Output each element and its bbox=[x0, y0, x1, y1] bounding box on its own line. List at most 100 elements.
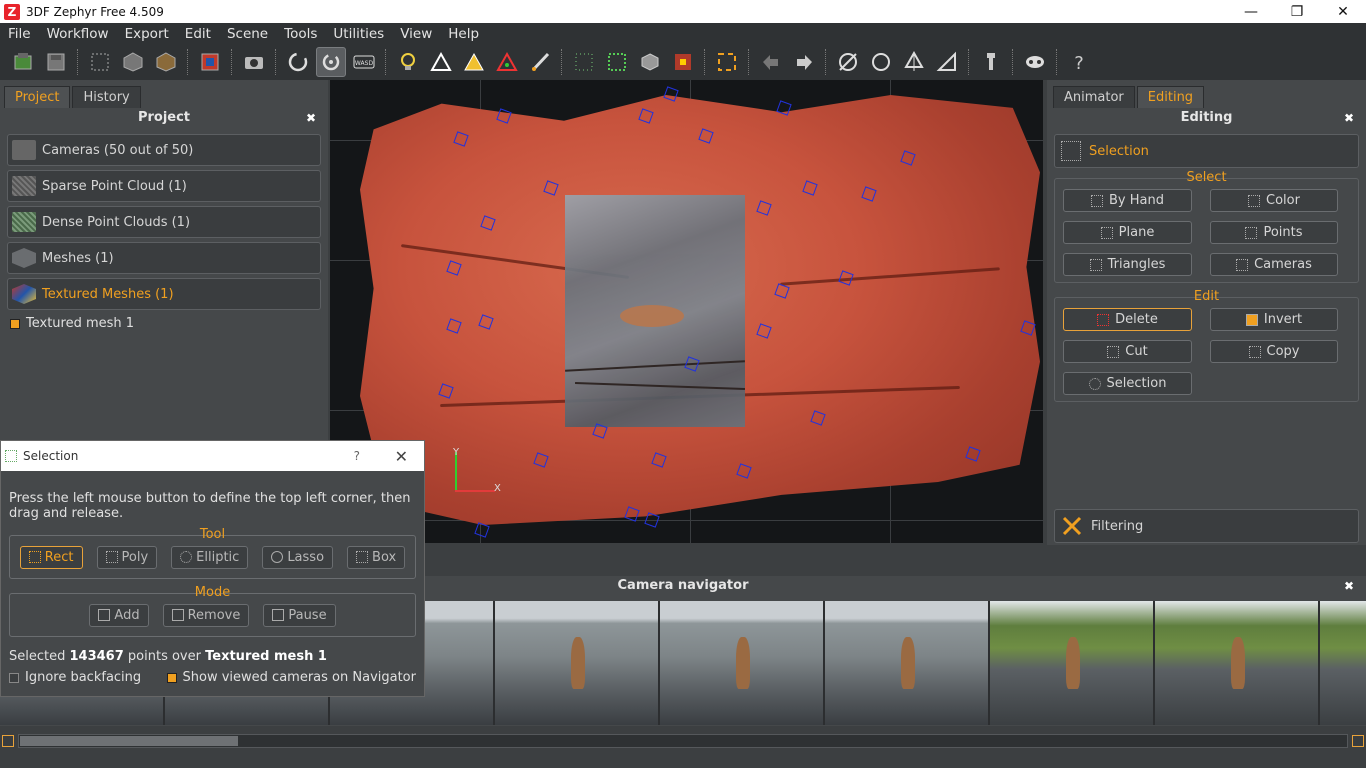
gizmo-icon[interactable] bbox=[833, 47, 863, 77]
button-label: Poly bbox=[121, 549, 149, 565]
textured-view-icon[interactable] bbox=[668, 47, 698, 77]
delete-button[interactable]: Delete bbox=[1063, 308, 1192, 331]
help-button[interactable]: ? bbox=[354, 449, 360, 463]
menu-workflow[interactable]: Workflow bbox=[39, 26, 117, 42]
menu-export[interactable]: Export bbox=[117, 26, 177, 42]
select-plane-button[interactable]: Plane bbox=[1063, 221, 1192, 244]
menu-tools[interactable]: Tools bbox=[276, 26, 325, 42]
tab-history[interactable]: History bbox=[72, 86, 141, 108]
undo-icon[interactable] bbox=[756, 47, 786, 77]
menu-help[interactable]: Help bbox=[440, 26, 487, 42]
checkbox-box[interactable] bbox=[166, 672, 177, 683]
help-icon[interactable]: ? bbox=[1064, 47, 1094, 77]
menu-edit[interactable]: Edit bbox=[177, 26, 219, 42]
rotate-icon[interactable] bbox=[316, 47, 346, 77]
edit-selection-button[interactable]: Selection bbox=[1063, 372, 1192, 395]
project-item-meshes[interactable]: Meshes (1) bbox=[7, 242, 321, 274]
orbit-icon[interactable] bbox=[283, 47, 313, 77]
dense-cloud-tool-icon[interactable] bbox=[85, 47, 115, 77]
menu-file[interactable]: File bbox=[0, 26, 39, 42]
copy-button[interactable]: Copy bbox=[1210, 340, 1338, 363]
minimize-button[interactable]: — bbox=[1228, 0, 1274, 23]
scrollbar-track[interactable] bbox=[18, 734, 1348, 748]
close-panel-icon[interactable]: ✖ bbox=[306, 108, 316, 128]
shaded-render-icon[interactable] bbox=[459, 47, 489, 77]
select-cameras-button[interactable]: Cameras bbox=[1210, 253, 1338, 276]
scrollbar-thumb[interactable] bbox=[20, 736, 238, 746]
camera-icon[interactable] bbox=[239, 47, 269, 77]
project-item-textured-meshes[interactable]: Textured Meshes (1) bbox=[7, 278, 321, 310]
texture-crack bbox=[575, 382, 745, 390]
project-item-cameras[interactable]: Cameras (50 out of 50) bbox=[7, 134, 321, 166]
add-mode-button[interactable]: Add bbox=[89, 603, 149, 627]
3d-viewport[interactable]: Y X bbox=[330, 80, 1043, 543]
camera-marker[interactable] bbox=[474, 522, 490, 538]
selection-section[interactable]: Selection bbox=[1054, 134, 1359, 168]
tab-animator[interactable]: Animator bbox=[1053, 86, 1135, 108]
tab-project[interactable]: Project bbox=[4, 86, 71, 108]
scroll-left-arrow[interactable] bbox=[2, 735, 14, 747]
mask-icon[interactable] bbox=[1020, 47, 1050, 77]
menu-utilities[interactable]: Utilities bbox=[325, 26, 392, 42]
mesh-tool-icon[interactable] bbox=[118, 47, 148, 77]
save-icon[interactable] bbox=[41, 47, 71, 77]
navigator-scrollbar[interactable] bbox=[0, 726, 1366, 768]
show-cameras-checkbox[interactable]: Show viewed cameras on Navigator bbox=[166, 670, 416, 685]
wasd-icon[interactable]: WASD bbox=[349, 47, 379, 77]
remove-mode-button[interactable]: Remove bbox=[162, 603, 250, 627]
filtering-section[interactable]: Filtering bbox=[1054, 509, 1359, 543]
camera-thumbnail[interactable] bbox=[825, 601, 990, 725]
scroll-right-arrow[interactable] bbox=[1352, 735, 1364, 747]
texture-tool-icon[interactable] bbox=[151, 47, 181, 77]
close-dialog-button[interactable]: ✕ bbox=[395, 447, 408, 466]
camera-thumbnail[interactable] bbox=[1320, 601, 1366, 725]
lasso-tool-button[interactable]: Lasso bbox=[262, 545, 334, 569]
rect-tool-button[interactable]: Rect bbox=[19, 545, 83, 569]
menu-view[interactable]: View bbox=[392, 26, 440, 42]
new-project-icon[interactable] bbox=[8, 47, 38, 77]
camera-marker[interactable] bbox=[644, 512, 660, 528]
textured-mesh-tool-icon[interactable] bbox=[195, 47, 225, 77]
camera-thumbnail[interactable] bbox=[495, 601, 660, 725]
checkbox-box[interactable] bbox=[9, 672, 19, 683]
ignore-backfacing-checkbox[interactable]: Ignore backfacing bbox=[9, 670, 141, 685]
visibility-toggle[interactable] bbox=[10, 318, 20, 329]
mesh-view-icon[interactable] bbox=[635, 47, 665, 77]
light-bulb-icon[interactable] bbox=[393, 47, 423, 77]
select-color-button[interactable]: Color bbox=[1210, 189, 1338, 212]
points-render-icon[interactable] bbox=[426, 47, 456, 77]
tool-group-title: Tool bbox=[199, 527, 226, 542]
redo-icon[interactable] bbox=[789, 47, 819, 77]
camera-thumbnail[interactable] bbox=[660, 601, 825, 725]
menu-scene[interactable]: Scene bbox=[219, 26, 276, 42]
cut-button[interactable]: Cut bbox=[1063, 340, 1192, 363]
camera-thumbnail[interactable] bbox=[990, 601, 1155, 725]
select-by-hand-button[interactable]: By Hand bbox=[1063, 189, 1192, 212]
sparse-points-icon[interactable] bbox=[569, 47, 599, 77]
invert-button[interactable]: Invert bbox=[1210, 308, 1338, 331]
tab-editing[interactable]: Editing bbox=[1136, 86, 1205, 108]
rotate-gizmo-icon[interactable] bbox=[866, 47, 896, 77]
wrench-icon[interactable] bbox=[976, 47, 1006, 77]
dense-points-icon[interactable] bbox=[602, 47, 632, 77]
poly-tool-button[interactable]: Poly bbox=[96, 545, 158, 569]
move-gizmo-icon[interactable] bbox=[899, 47, 929, 77]
elliptic-tool-button[interactable]: Elliptic bbox=[171, 545, 249, 569]
fit-view-icon[interactable] bbox=[712, 47, 742, 77]
tree-item-textured-mesh-1[interactable]: Textured mesh 1 bbox=[10, 316, 328, 331]
camera-thumbnail[interactable] bbox=[1155, 601, 1320, 725]
project-item-sparse-cloud[interactable]: Sparse Point Cloud (1) bbox=[7, 170, 321, 202]
pause-mode-button[interactable]: Pause bbox=[263, 603, 336, 627]
close-panel-icon[interactable]: ✖ bbox=[1344, 576, 1354, 596]
measure-icon[interactable] bbox=[932, 47, 962, 77]
select-points-button[interactable]: Points bbox=[1210, 221, 1338, 244]
select-triangles-button[interactable]: Triangles bbox=[1063, 253, 1192, 276]
restore-button[interactable]: ❐ bbox=[1274, 0, 1320, 23]
color-render-icon[interactable] bbox=[492, 47, 522, 77]
brush-icon[interactable] bbox=[525, 47, 555, 77]
box-tool-button[interactable]: Box bbox=[347, 545, 406, 569]
stake-in-photo bbox=[571, 637, 585, 689]
close-window-button[interactable]: ✕ bbox=[1320, 0, 1366, 23]
close-panel-icon[interactable]: ✖ bbox=[1344, 108, 1354, 128]
project-item-dense-cloud[interactable]: Dense Point Clouds (1) bbox=[7, 206, 321, 238]
